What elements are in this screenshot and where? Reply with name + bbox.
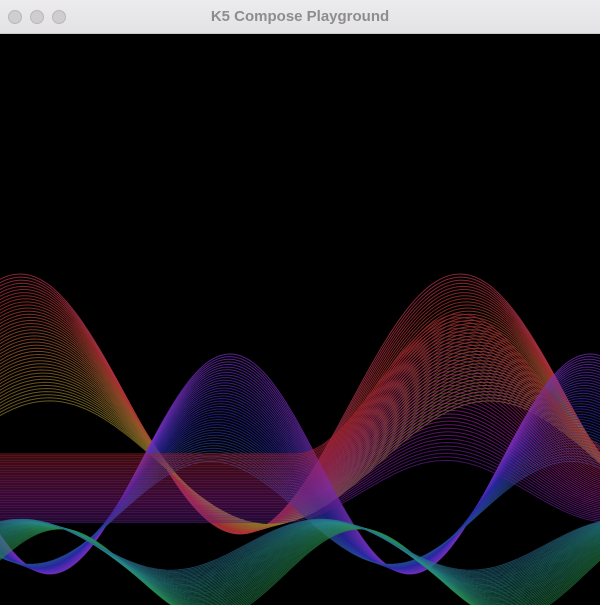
wave-visualization [0,273,600,605]
window-controls [8,10,66,24]
wave-canvas [0,34,600,605]
close-button[interactable] [8,10,22,24]
zoom-button[interactable] [52,10,66,24]
window-title: K5 Compose Playground [210,8,390,25]
minimize-button[interactable] [30,10,44,24]
app-window: K5 Compose Playground [0,0,600,605]
title-bar[interactable]: K5 Compose Playground [0,0,600,34]
